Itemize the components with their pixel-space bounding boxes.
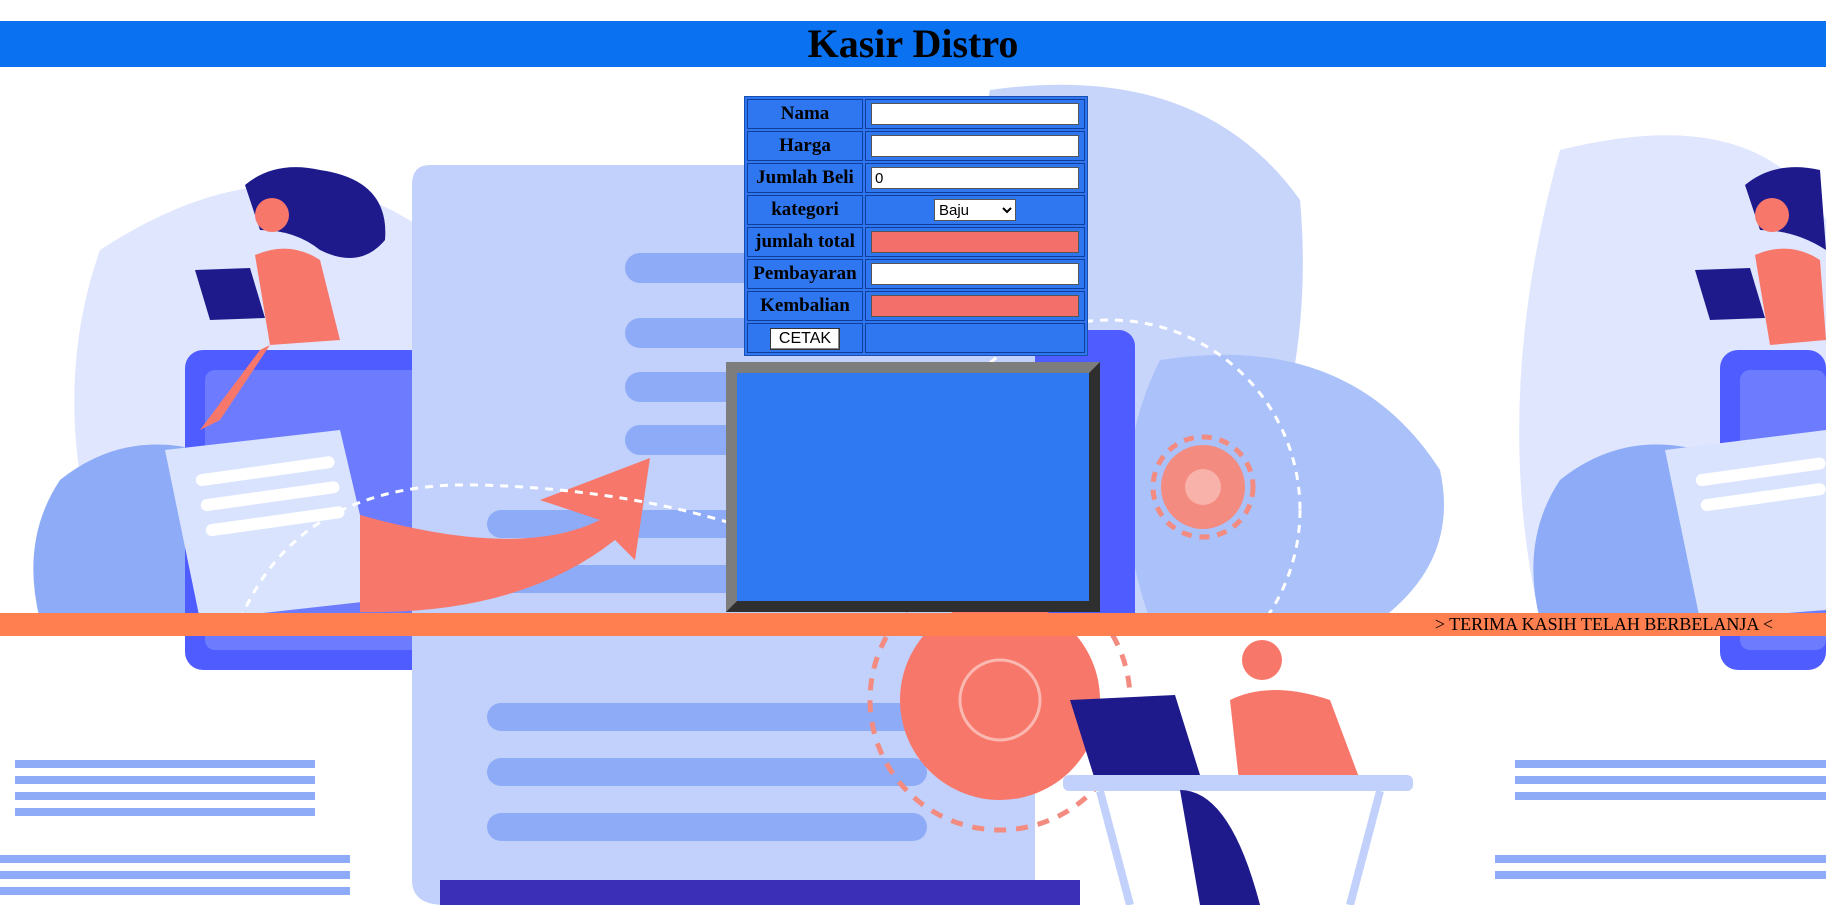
kategori-select[interactable]: Baju [934,199,1016,222]
jumlah-beli-label: Jumlah Beli [747,163,863,193]
kategori-label: kategori [747,195,863,225]
form-row-jumlah-total: jumlah total [747,227,1085,257]
kembalian-label: Kembalian [747,291,863,321]
pembayaran-input[interactable] [871,263,1079,286]
marquee-bar: > TERIMA KASIH TELAH BERBELANJA < [0,613,1826,636]
harga-label: Harga [747,131,863,161]
form-row-kembalian: Kembalian [747,291,1085,321]
cashier-form: Nama Harga Jumlah Beli kategori Baju jum… [744,96,1088,356]
form-row-jumlah-beli: Jumlah Beli [747,163,1085,193]
form-row-pembayaran: Pembayaran [747,259,1085,289]
form-row-nama: Nama [747,99,1085,129]
print-output-area [726,362,1100,612]
thank-you-marquee: > TERIMA KASIH TELAH BERBELANJA < [1434,614,1773,634]
page-title: Kasir Distro [807,21,1019,66]
form-row-cetak: CETAK [747,323,1085,353]
harga-input[interactable] [871,135,1079,158]
form-row-kategori: kategori Baju [747,195,1085,225]
header-bar: Kasir Distro [0,21,1826,67]
kembalian-output [871,295,1079,318]
nama-label: Nama [747,99,863,129]
jumlah-beli-input[interactable] [871,167,1079,190]
jumlah-total-label: jumlah total [747,227,863,257]
jumlah-total-output [871,231,1079,254]
nama-input[interactable] [871,103,1079,126]
cetak-button[interactable]: CETAK [769,327,841,350]
form-row-harga: Harga [747,131,1085,161]
pembayaran-label: Pembayaran [747,259,863,289]
